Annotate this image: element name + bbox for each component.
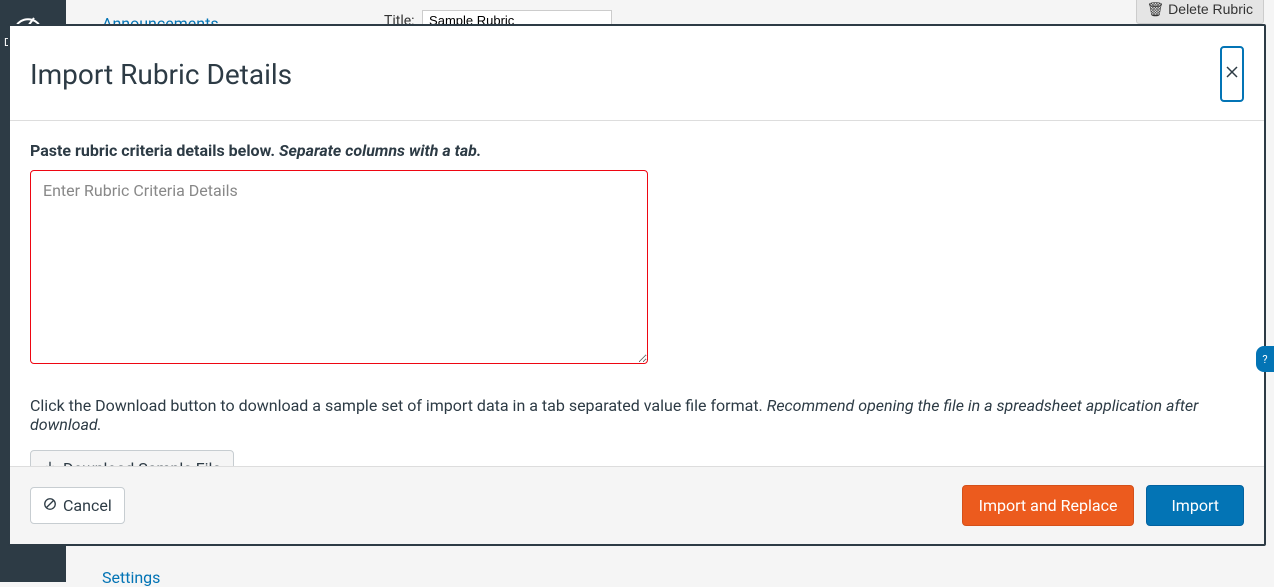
cancel-icon (43, 496, 57, 515)
delete-rubric-button[interactable]: 🗑 Delete Rubric (1136, 0, 1265, 24)
close-icon (1225, 65, 1239, 84)
footer-actions: Import and Replace Import (962, 485, 1244, 526)
close-button[interactable] (1220, 46, 1244, 102)
download-icon (43, 459, 57, 466)
rubric-criteria-textarea[interactable] (30, 170, 648, 364)
modal-footer: Cancel Import and Replace Import (10, 466, 1264, 544)
help-icon: ? (1262, 353, 1267, 366)
modal-title: Import Rubric Details (30, 58, 292, 91)
modal-body: Paste rubric criteria details below. Sep… (10, 121, 1264, 466)
import-and-replace-button[interactable]: Import and Replace (962, 485, 1135, 526)
cancel-button[interactable]: Cancel (30, 487, 125, 524)
help-tab[interactable]: ? (1256, 346, 1274, 372)
download-sample-label: Download Sample File (63, 459, 221, 466)
download-sample-button[interactable]: Download Sample File (30, 450, 234, 466)
import-button[interactable]: Import (1146, 485, 1244, 526)
cancel-label: Cancel (63, 496, 112, 515)
download-hint: Click the Download button to download a … (30, 396, 1244, 434)
import-rubric-modal: Import Rubric Details Paste rubric crite… (8, 24, 1266, 546)
modal-header: Import Rubric Details (10, 26, 1264, 121)
trash-icon: 🗑 (1147, 1, 1165, 17)
nav-settings[interactable]: Settings (102, 568, 160, 587)
paste-instruction: Paste rubric criteria details below. Sep… (30, 141, 1244, 160)
